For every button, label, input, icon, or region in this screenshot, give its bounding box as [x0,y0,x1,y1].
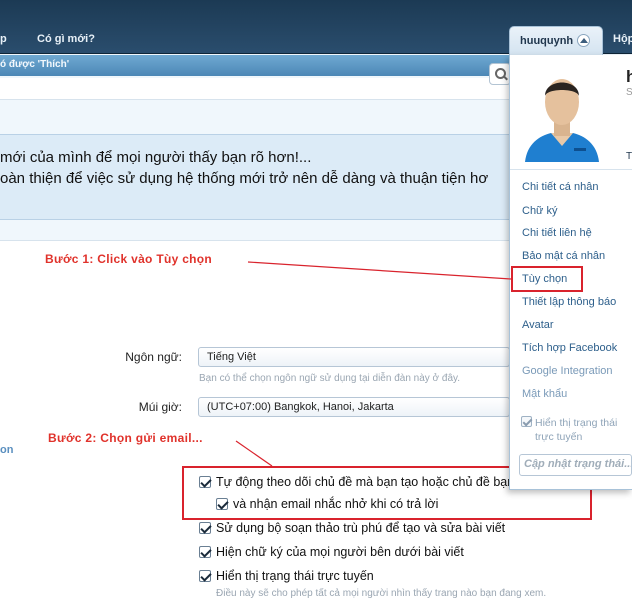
annotation-lines [235,261,512,467]
annotation-line-2 [235,440,273,467]
annotation-line-1 [247,261,512,280]
